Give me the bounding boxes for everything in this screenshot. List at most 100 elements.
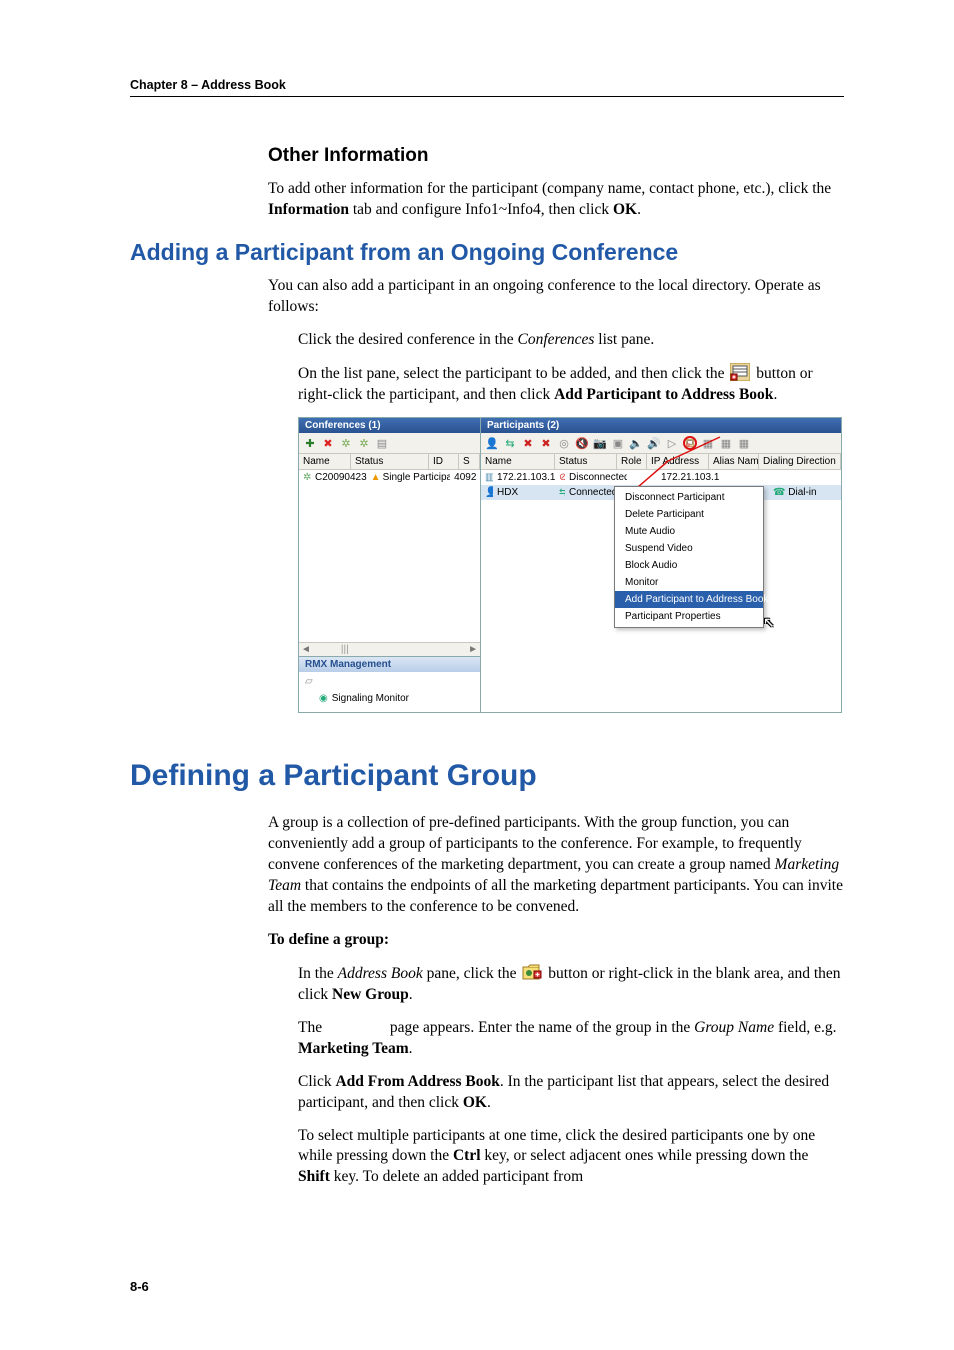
list-icon[interactable]: ▤ xyxy=(375,436,389,450)
text: . xyxy=(773,386,777,403)
menu-add-participant-to-address-book[interactable]: Add Participant to Address Book xyxy=(615,591,763,608)
text: . xyxy=(409,986,413,1003)
text: tab and configure Info1~Info4, then clic… xyxy=(349,201,613,218)
new-group-label: New Group xyxy=(332,986,409,1003)
new-conference-icon[interactable]: ✚ xyxy=(303,436,317,450)
warning-icon: ▲ xyxy=(371,472,379,483)
delete-icon[interactable]: ✖ xyxy=(539,436,553,450)
mute-icon[interactable]: 🔇 xyxy=(575,436,589,450)
connect-icon[interactable]: ⇆ xyxy=(503,436,517,450)
conf-status: Single Participant xyxy=(379,471,451,484)
speaker-icon[interactable]: 🔈 xyxy=(629,436,643,450)
adding-step-1: Click the desired conference in the Conf… xyxy=(268,330,844,351)
video-icon[interactable]: ▣ xyxy=(611,436,625,450)
define-step-3: Click Add From Address Book. In the part… xyxy=(268,1072,844,1114)
layout-icon[interactable]: ▦ xyxy=(719,436,733,450)
rmx-tree[interactable]: ▱ ◉ Signaling Monitor xyxy=(299,672,480,712)
menu-suspend-video[interactable]: Suspend Video xyxy=(615,540,763,557)
conferences-title: Conferences (1) xyxy=(299,418,480,433)
col-status[interactable]: Status xyxy=(555,454,617,469)
disconnect-icon[interactable]: ✖ xyxy=(521,436,535,450)
conference-row[interactable]: ✲ C20090423 1 ▲ Single Participant 4092 xyxy=(299,470,480,485)
scroll-right-icon[interactable]: ► xyxy=(468,644,478,655)
p-alias xyxy=(719,477,769,479)
camera-icon[interactable]: 📷 xyxy=(593,436,607,450)
define-step-1: In the Address Book pane, click the butt… xyxy=(268,963,844,1006)
defining-group-heading: Defining a Participant Group xyxy=(130,759,844,793)
text: field, e.g. xyxy=(774,1019,836,1036)
define-step-4: To select multiple participants at one t… xyxy=(268,1126,844,1189)
col-name[interactable]: Name xyxy=(481,454,555,469)
p-status: Disconnected xyxy=(565,471,627,484)
add-to-address-book-icon[interactable] xyxy=(683,436,697,450)
conf-name: C20090423 1 xyxy=(311,471,367,484)
gear-icon[interactable]: ✲ xyxy=(339,436,353,450)
layout-icon[interactable]: ▦ xyxy=(737,436,751,450)
address-book-label: Address Book xyxy=(338,965,423,982)
menu-delete-participant[interactable]: Delete Participant xyxy=(615,506,763,523)
group-name-label: Group Name xyxy=(694,1019,774,1036)
p-dial xyxy=(769,477,841,479)
p-dial: Dial-in xyxy=(788,487,816,498)
add-participant-icon[interactable]: 👤 xyxy=(485,436,499,450)
add-to-address-book-label: Add Participant to Address Book xyxy=(554,386,773,403)
menu-participant-properties[interactable]: Participant Properties xyxy=(615,608,763,625)
layout-icon[interactable]: ▦ xyxy=(701,436,715,450)
unmute-icon[interactable]: 🔊 xyxy=(647,436,661,450)
gear-icon[interactable]: ✲ xyxy=(357,436,371,450)
scrollbar[interactable]: ◄ ||| ► xyxy=(299,642,480,656)
participants-columns: Name Status Role IP Address Alias Name D… xyxy=(481,454,841,470)
adding-intro: You can also add a participant in an ong… xyxy=(268,276,844,318)
new-group-icon xyxy=(522,963,542,981)
ok-label: OK xyxy=(613,201,637,218)
add-participant-icon xyxy=(730,363,750,381)
menu-disconnect-participant[interactable]: Disconnect Participant xyxy=(615,489,763,506)
col-ip[interactable]: IP Address xyxy=(647,454,709,469)
col-s[interactable]: S xyxy=(459,454,480,469)
menu-monitor[interactable]: Monitor xyxy=(615,574,763,591)
conf-id: 4092 xyxy=(450,471,480,484)
text: key. To delete an added participant from xyxy=(330,1168,583,1185)
text: In the xyxy=(298,965,338,982)
text: Click the desired conference in the xyxy=(298,331,518,348)
col-alias[interactable]: Alias Name xyxy=(709,454,759,469)
col-id[interactable]: ID xyxy=(429,454,459,469)
define-step-2: The page appears. Enter the name of the … xyxy=(268,1018,844,1060)
text: To add other information for the partici… xyxy=(268,180,831,197)
play-icon[interactable]: ▷ xyxy=(665,436,679,450)
chapter-header: Chapter 8 – Address Book xyxy=(130,78,844,97)
menu-block-audio[interactable]: Block Audio xyxy=(615,557,763,574)
text: . xyxy=(487,1094,491,1111)
menu-mute-audio[interactable]: Mute Audio xyxy=(615,523,763,540)
scroll-left-icon[interactable]: ◄ xyxy=(301,644,311,655)
col-dial[interactable]: Dialing Direction xyxy=(759,454,841,469)
collapse-icon[interactable]: ▱ xyxy=(305,676,474,687)
context-menu[interactable]: Disconnect Participant Delete Participan… xyxy=(614,486,764,628)
adding-participant-heading: Adding a Participant from an Ongoing Con… xyxy=(130,239,844,266)
participant-row[interactable]: ▥ 172.21.103.1 ⊘ Disconnected 172.21.103… xyxy=(481,470,841,485)
participants-title: Participants (2) xyxy=(481,418,841,433)
page-number: 8-6 xyxy=(130,1279,149,1294)
monitor-icon: ◉ xyxy=(319,693,328,704)
cursor-icon: ↖ xyxy=(763,614,775,631)
adding-step-2: On the list pane, select the participant… xyxy=(268,363,844,406)
col-name[interactable]: Name xyxy=(299,454,351,469)
col-status[interactable]: Status xyxy=(351,454,429,469)
p-name: HDX xyxy=(493,486,555,499)
text: list pane. xyxy=(594,331,654,348)
p-name: 172.21.103.1 xyxy=(493,471,555,484)
gear-icon: ✲ xyxy=(303,472,311,483)
tree-node-label[interactable]: Signaling Monitor xyxy=(332,693,409,704)
participants-toolbar: 👤 ⇆ ✖ ✖ ◎ 🔇 📷 ▣ 🔈 🔊 ▷ xyxy=(481,433,841,454)
conferences-grid[interactable]: ✲ C20090423 1 ▲ Single Participant 4092 xyxy=(299,470,480,642)
conferences-toolbar: ✚ ✖ ✲ ✲ ▤ xyxy=(299,433,480,454)
col-role[interactable]: Role xyxy=(617,454,647,469)
screenshot: Conferences (1) ✚ ✖ ✲ ✲ ▤ Name Status ID… xyxy=(298,417,818,713)
delete-icon[interactable]: ✖ xyxy=(321,436,335,450)
ctrl-key-label: Ctrl xyxy=(453,1147,481,1164)
record-icon[interactable]: ◎ xyxy=(557,436,571,450)
endpoint-icon: ▥ xyxy=(485,472,493,483)
p-role xyxy=(627,477,657,479)
text: A group is a collection of pre-defined p… xyxy=(268,814,802,873)
text: that contains the endpoints of all the m… xyxy=(268,877,843,915)
